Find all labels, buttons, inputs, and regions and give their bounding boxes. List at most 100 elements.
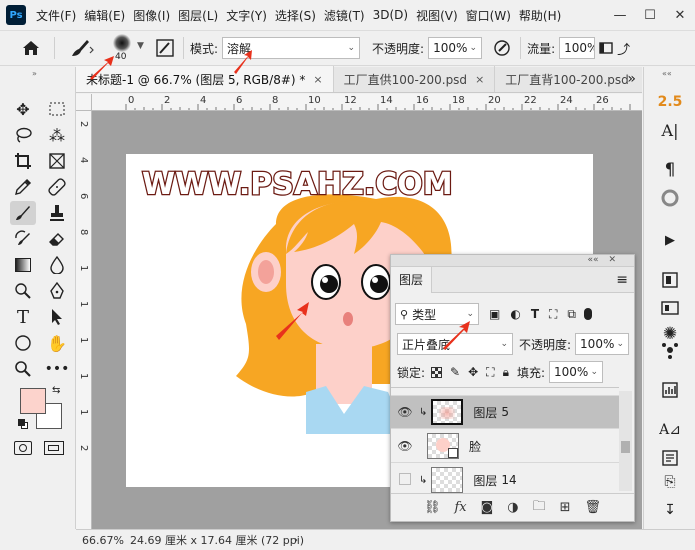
status-menu-icon[interactable]: › <box>294 535 298 546</box>
blend-mode-dropdown[interactable]: 正片叠底 ⌄ <box>397 333 513 355</box>
mode-dropdown[interactable]: 溶解 ⌄ <box>222 37 361 59</box>
mask-icon[interactable]: ◙ <box>481 500 494 515</box>
character-panel-icon[interactable]: A| <box>652 119 688 141</box>
toolbar-collapse-icon[interactable]: » <box>32 69 37 78</box>
lock-transparency-icon[interactable] <box>431 366 443 378</box>
filter-shape-icon[interactable]: ⛶ <box>549 307 557 322</box>
dodge-tool-icon[interactable] <box>10 279 36 303</box>
pen-tool-icon[interactable] <box>44 279 70 303</box>
filter-pixel-icon[interactable]: ▣ <box>489 307 500 321</box>
glyphs-panel-icon[interactable] <box>652 187 688 209</box>
vertical-ruler[interactable]: 2 4 6 8 1 1 1 1 1 2 <box>76 111 92 529</box>
layer-opacity-field[interactable]: 100% ⌄ <box>575 333 630 355</box>
restore-button[interactable]: ☐ <box>635 8 665 23</box>
screen-mode-icon[interactable] <box>44 441 64 455</box>
crop-tool-icon[interactable] <box>10 149 36 173</box>
flow-dropdown[interactable]: 100% <box>559 37 596 59</box>
eyedropper-icon[interactable] <box>10 175 36 199</box>
brush-tool-preset-icon[interactable] <box>61 33 101 63</box>
smoothing-icon[interactable]: ⤴ <box>617 38 635 58</box>
dock-collapse-icon[interactable]: «« <box>662 69 672 78</box>
menu-layer[interactable]: 图层(L) <box>174 7 222 24</box>
swatches-panel-icon[interactable] <box>652 297 688 319</box>
magic-wand-icon[interactable]: ⁂ <box>44 123 70 147</box>
brush-preset-picker[interactable]: 40 ▼ <box>101 31 149 65</box>
menu-help[interactable]: 帮助(H) <box>515 7 565 24</box>
filter-smart-object-icon[interactable]: ⧉ <box>567 307 576 322</box>
visibility-eye-icon[interactable]: 👁︎ <box>391 439 419 453</box>
healing-brush-icon[interactable] <box>44 175 70 199</box>
zoom-level[interactable]: 66.67% <box>82 534 128 547</box>
default-colors-icon[interactable] <box>18 419 28 429</box>
lock-artboard-icon[interactable]: ⛶ <box>486 365 494 380</box>
foreground-color-swatch[interactable] <box>20 388 46 414</box>
type-tool-icon[interactable]: T <box>10 305 36 329</box>
opacity-dropdown[interactable]: 100% ⌄ <box>428 37 483 59</box>
menu-file[interactable]: 文件(F) <box>32 7 80 24</box>
layer-row-5[interactable]: 👁︎ ↳ 图层 5 <box>391 396 619 429</box>
close-tab-icon[interactable]: × <box>475 73 484 86</box>
zoom-tool-icon[interactable] <box>10 357 36 381</box>
quick-mask-icon[interactable] <box>14 441 32 455</box>
filter-toggle-icon[interactable] <box>584 308 592 320</box>
layer-row-14[interactable]: ↳ 图层 14 <box>391 464 619 493</box>
filter-adjustment-icon[interactable]: ◐ <box>510 307 520 321</box>
swap-colors-icon[interactable]: ⇆ <box>52 385 60 396</box>
frame-tool-icon[interactable] <box>44 149 70 173</box>
link-icon[interactable]: ⛓ <box>424 500 441 515</box>
histogram-panel-icon[interactable] <box>652 379 688 401</box>
lock-all-icon[interactable]: 🔒︎ <box>503 365 509 380</box>
eraser-tool-icon[interactable] <box>44 227 70 251</box>
properties-panel-icon[interactable] <box>652 447 688 469</box>
menu-3d[interactable]: 3D(D) <box>369 8 412 22</box>
gradient-tool-icon[interactable] <box>10 253 36 277</box>
path-selection-icon[interactable] <box>44 305 70 329</box>
menu-image[interactable]: 图像(I) <box>129 7 174 24</box>
home-icon[interactable] <box>14 33 48 63</box>
scrollbar-thumb[interactable] <box>621 441 630 453</box>
lasso-tool-icon[interactable] <box>10 123 36 147</box>
minimize-button[interactable]: — <box>605 8 635 23</box>
tab-untitled-1[interactable]: 未标题-1 @ 66.7% (图层 5, RGB/8#) * × <box>76 66 334 92</box>
filter-kind-dropdown[interactable]: ⚲ 类型 ⌄ <box>395 303 479 325</box>
close-tab-icon[interactable]: × <box>313 73 322 86</box>
tab-factory-back[interactable]: 工厂直背100-200.psd <box>495 66 638 92</box>
libraries-panel-icon[interactable] <box>652 269 688 291</box>
timeline-panel-icon[interactable]: ↧ <box>652 499 688 521</box>
pressure-opacity-icon[interactable] <box>490 36 514 60</box>
filter-type-icon[interactable]: T <box>531 307 539 321</box>
delete-icon[interactable]: 🗑︎ <box>585 500 602 515</box>
ruler-origin[interactable] <box>76 94 92 111</box>
visibility-toggle-empty[interactable] <box>391 472 419 488</box>
visibility-eye-icon[interactable]: 👁︎ <box>391 405 419 419</box>
fx-icon[interactable]: fx <box>454 500 466 515</box>
fill-field[interactable]: 100% ⌄ <box>549 361 604 383</box>
layer-list-scrollbar[interactable] <box>619 391 632 491</box>
layer-comps-icon[interactable]: ⎘ <box>652 471 688 493</box>
character-size-value[interactable]: 2.5 <box>652 91 688 113</box>
new-layer-icon[interactable]: ⊞ <box>560 500 571 515</box>
panel-menu-icon[interactable]: ≡ <box>616 272 628 288</box>
marquee-tool-icon[interactable] <box>44 97 70 121</box>
menu-edit[interactable]: 编辑(E) <box>80 7 129 24</box>
tab-factory-supply[interactable]: 工厂直供100-200.psd × <box>334 66 496 92</box>
hand-tool-icon[interactable]: ✋ <box>44 331 70 355</box>
lock-image-icon[interactable]: ✎ <box>450 365 460 379</box>
history-brush-icon[interactable] <box>10 227 36 251</box>
brush-tool-icon[interactable] <box>10 201 36 225</box>
menu-select[interactable]: 选择(S) <box>271 7 320 24</box>
horizontal-ruler[interactable]: 0 2 4 6 8 10 12 14 16 18 20 22 24 26 <box>92 94 642 111</box>
collapse-icon[interactable]: «« <box>587 255 598 266</box>
move-tool-icon[interactable]: ✥ <box>10 97 36 121</box>
adjustments-panel-icon[interactable]: A⊿ <box>652 419 688 441</box>
play-actions-icon[interactable]: ▶ <box>652 229 688 251</box>
airbrush-icon[interactable] <box>599 38 617 58</box>
menu-filter[interactable]: 滤镜(T) <box>320 7 369 24</box>
brush-settings-icon[interactable] <box>153 36 177 60</box>
stamp-tool-icon[interactable] <box>44 201 70 225</box>
menu-window[interactable]: 窗口(W) <box>462 7 515 24</box>
close-button[interactable]: ✕ <box>665 8 695 23</box>
adjustment-icon[interactable]: ◑ <box>507 500 518 515</box>
ellipse-tool-icon[interactable] <box>10 331 36 355</box>
tabs-overflow-icon[interactable]: » <box>627 71 636 87</box>
